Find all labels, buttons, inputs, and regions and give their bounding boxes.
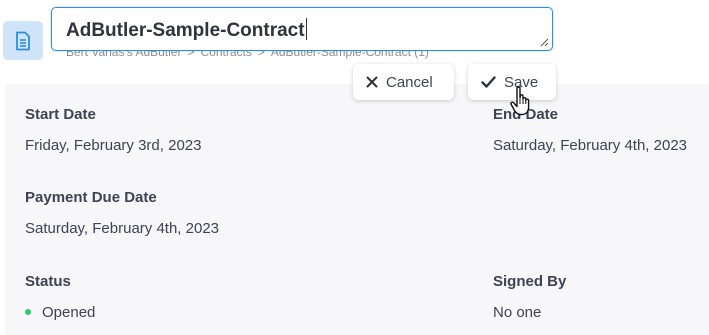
contract-title-input[interactable]: AdButler-Sample-Contract [51, 7, 553, 51]
signed-by-field: Signed By No one [493, 273, 566, 322]
cancel-button-label: Cancel [386, 73, 433, 91]
status-value: Opened [42, 304, 96, 321]
resize-grip-icon[interactable] [539, 37, 549, 47]
signed-by-value: No one [493, 304, 542, 321]
end-date-label: End Date [493, 106, 559, 123]
save-button-label: Save [504, 73, 539, 91]
signed-by-label: Signed By [493, 273, 567, 290]
checkmark-icon [481, 76, 496, 88]
status-indicator-dot [25, 309, 31, 315]
contract-title-value: AdButler-Sample-Contract [66, 20, 305, 41]
cancel-button[interactable]: Cancel [353, 64, 454, 100]
status-label: Status [25, 273, 71, 290]
payment-due-date-label: Payment Due Date [25, 189, 157, 206]
start-date-label: Start Date [25, 106, 96, 123]
save-button[interactable]: Save [468, 64, 556, 100]
status-field: Status Opened [25, 273, 95, 322]
end-date-value: Saturday, February 4th, 2023 [493, 137, 688, 154]
close-icon [366, 76, 378, 88]
document-icon [3, 21, 43, 60]
start-date-field: Start Date Friday, February 3rd, 2023 [25, 106, 201, 155]
start-date-value: Friday, February 3rd, 2023 [25, 137, 202, 154]
end-date-field: End Date Saturday, February 4th, 2023 [493, 106, 687, 155]
payment-due-date-value: Saturday, February 4th, 2023 [25, 220, 220, 237]
text-caret [305, 18, 307, 40]
payment-due-date-field: Payment Due Date Saturday, February 4th,… [25, 189, 219, 238]
contract-details-panel: Start Date Friday, February 3rd, 2023 En… [5, 84, 709, 335]
status-value-row: Opened [25, 304, 95, 322]
